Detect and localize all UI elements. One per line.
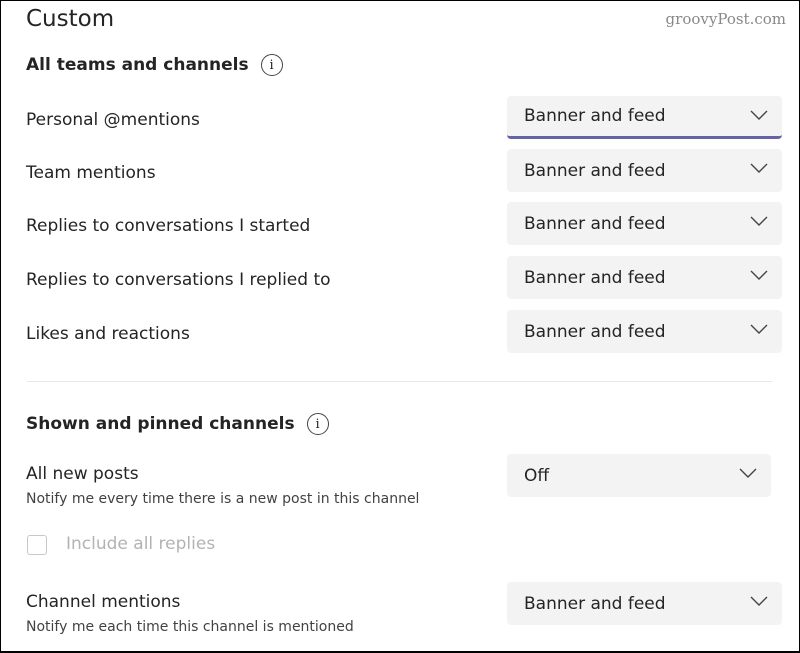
info-icon[interactable]: i xyxy=(306,413,329,435)
setting-label: Personal @mentions xyxy=(26,110,200,130)
setting-dropdown[interactable]: Banner and feed xyxy=(507,256,782,299)
dropdown-value: Banner and feed xyxy=(524,160,666,181)
heading-text: Shown and pinned channels xyxy=(26,414,295,434)
chevron-down-icon xyxy=(739,468,757,478)
section-heading-channels: Shown and pinned channels i xyxy=(26,413,329,435)
chevron-down-icon xyxy=(750,270,768,280)
chevron-down-icon xyxy=(750,163,768,173)
dropdown-value: Banner and feed xyxy=(524,106,666,126)
dropdown-value: Banner and feed xyxy=(524,321,666,342)
divider xyxy=(27,381,772,382)
chevron-down-icon xyxy=(750,596,768,606)
setting-dropdown[interactable]: Banner and feed xyxy=(507,149,782,192)
chevron-down-icon xyxy=(750,324,768,334)
setting-label: Likes and reactions xyxy=(26,324,190,344)
dropdown-value: Off xyxy=(524,465,550,486)
setting-dropdown[interactable]: Banner and feed xyxy=(507,96,782,139)
include-replies-label: Include all replies xyxy=(66,534,216,554)
setting-label: Replies to conversations I started xyxy=(26,216,311,236)
section-heading-teams: All teams and channels i xyxy=(26,54,283,76)
setting-label: Replies to conversations I replied to xyxy=(26,270,331,290)
channel-mentions-dropdown[interactable]: Banner and feed xyxy=(507,582,782,625)
channel-mentions-label: Channel mentions xyxy=(26,592,181,612)
setting-label: Team mentions xyxy=(26,163,156,183)
page-title: Custom xyxy=(26,6,115,32)
channel-mentions-description: Notify me each time this channel is ment… xyxy=(26,619,354,635)
all-new-posts-label: All new posts xyxy=(26,464,139,484)
all-new-posts-dropdown[interactable]: Off xyxy=(507,454,771,497)
all-new-posts-description: Notify me every time there is a new post… xyxy=(26,491,420,507)
watermark: groovyPost.com xyxy=(665,10,786,28)
info-icon[interactable]: i xyxy=(260,54,283,76)
setting-dropdown[interactable]: Banner and feed xyxy=(507,202,782,245)
chevron-down-icon xyxy=(750,216,768,226)
include-replies-checkbox[interactable] xyxy=(27,535,47,555)
dropdown-value: Banner and feed xyxy=(524,267,666,288)
dropdown-value: Banner and feed xyxy=(524,593,666,614)
heading-text: All teams and channels xyxy=(26,55,249,75)
chevron-down-icon xyxy=(750,110,768,120)
dropdown-value: Banner and feed xyxy=(524,213,666,234)
setting-dropdown[interactable]: Banner and feed xyxy=(507,310,782,353)
